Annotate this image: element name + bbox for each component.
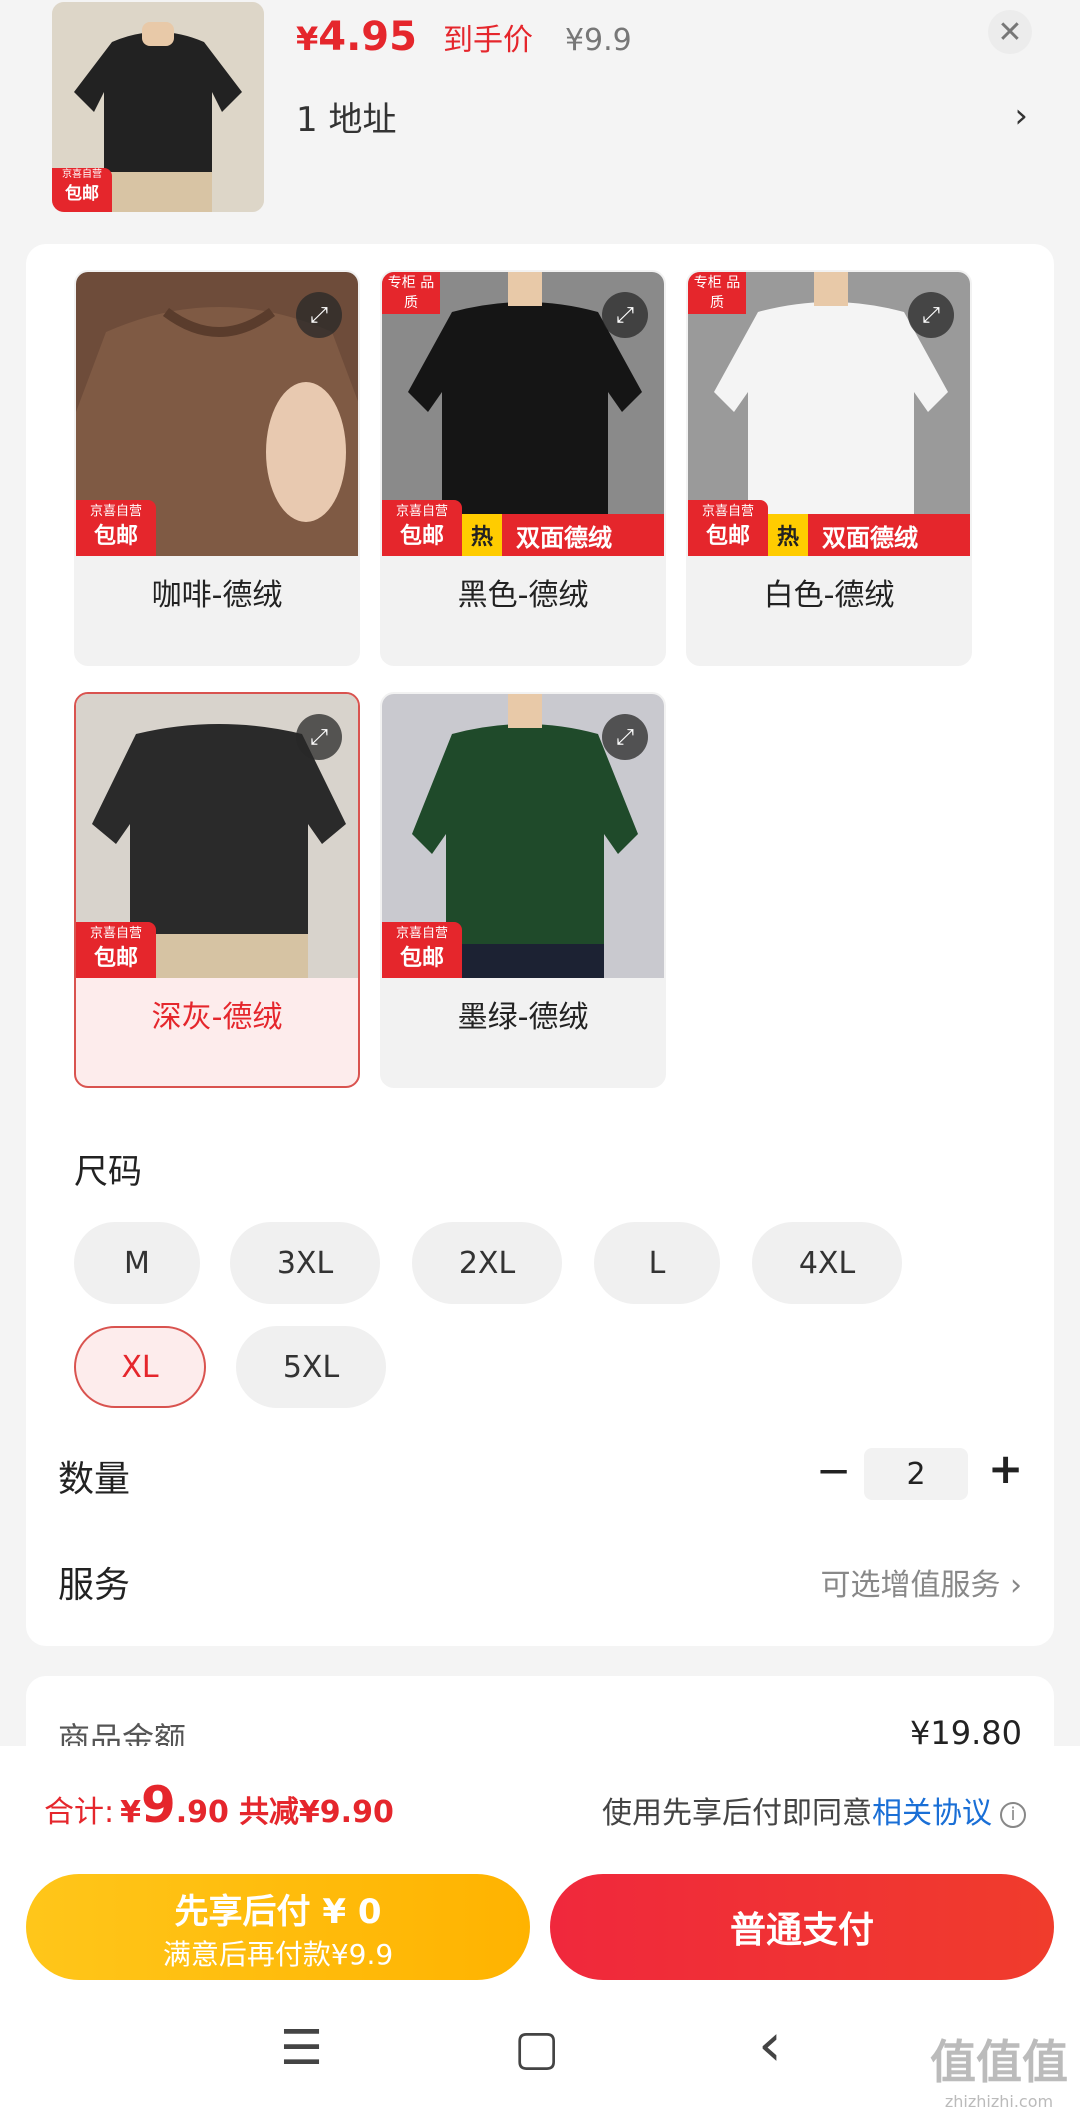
- price-currency: ¥: [296, 20, 319, 58]
- size-section-title: 尺码: [74, 1152, 142, 1192]
- size-option-l[interactable]: L: [594, 1222, 720, 1304]
- jd-badge-bottom: 包邮: [93, 524, 138, 549]
- quantity-title: 数量: [58, 1459, 131, 1500]
- watermark-main: 值值值: [930, 2035, 1068, 2089]
- jd-badge: 京喜自营 包邮: [688, 500, 768, 556]
- corner-badge: 专柜 品质: [688, 272, 746, 314]
- jd-badge: 京喜自营 包邮: [52, 168, 112, 212]
- expand-icon[interactable]: ⤢: [296, 292, 342, 338]
- jd-badge-top: 京喜自营: [395, 926, 448, 941]
- expand-icon[interactable]: ⤢: [602, 292, 648, 338]
- variant-dark-green[interactable]: ⤢ 京喜自营 包邮 墨绿-德绒: [380, 692, 666, 1088]
- menu-icon[interactable]: ☰: [280, 2020, 323, 2076]
- jd-badge: 京喜自营 包邮: [382, 500, 462, 556]
- size-option-3xl[interactable]: 3XL: [230, 1222, 380, 1304]
- price-tag-label: 到手价: [442, 23, 533, 58]
- service-option-link[interactable]: 可选增值服务 ›: [820, 1560, 1022, 1604]
- variant-white[interactable]: 专柜 品质 ⤢ 热 双面德绒 京喜自营 包邮 白色-德绒: [686, 270, 972, 666]
- jd-badge-bottom: 包邮: [65, 184, 99, 204]
- quantity-increment-button[interactable]: +: [988, 1444, 1023, 1493]
- promo-text: 双面德绒: [516, 523, 612, 552]
- price-row: ¥4.95 到手价 ¥9.9: [296, 14, 632, 60]
- variant-dark-gray[interactable]: ⤢ 京喜自营 包邮 深灰-德绒: [74, 692, 360, 1088]
- back-icon[interactable]: ‹: [758, 2010, 782, 2080]
- info-icon[interactable]: i: [1000, 1801, 1026, 1828]
- chevron-right-icon[interactable]: ›: [1014, 96, 1028, 136]
- jd-badge-top: 京喜自营: [89, 504, 142, 519]
- corner-badge: 专柜 品质: [382, 272, 440, 314]
- jd-badge-top: 京喜自营: [701, 504, 754, 519]
- discount-price: 4.95: [318, 14, 417, 60]
- promo-strip: 热 双面德绒: [768, 514, 970, 556]
- jd-badge: 京喜自营 包邮: [382, 922, 462, 978]
- agreement-link[interactable]: 相关协议: [872, 1796, 992, 1831]
- normal-pay-button[interactable]: 普通支付: [550, 1874, 1054, 1980]
- promo-text: 双面德绒: [822, 523, 918, 552]
- total-price: 合计: ¥ 9 .90 共减¥9.90: [44, 1776, 394, 1834]
- total-saved: 共减¥9.90: [238, 1795, 394, 1830]
- variant-label: 墨绿-德绒: [457, 1000, 589, 1035]
- jd-badge-top: 京喜自营: [89, 926, 142, 941]
- size-option-5xl[interactable]: 5XL: [236, 1326, 386, 1408]
- watermark-sub: zhizhizhi.com: [944, 2092, 1054, 2111]
- jd-badge: 京喜自营 包邮: [76, 922, 156, 978]
- service-title: 服务: [58, 1565, 131, 1606]
- expand-icon[interactable]: ⤢: [908, 292, 954, 338]
- size-option-m[interactable]: M: [74, 1222, 200, 1304]
- variant-label: 黑色-德绒: [457, 578, 589, 613]
- jd-badge-top: 京喜自营: [395, 504, 448, 519]
- variant-label: 白色-德绒: [763, 578, 895, 613]
- hot-tag: 热: [768, 514, 808, 556]
- quantity-decrement-button[interactable]: −: [816, 1446, 851, 1495]
- agreement-prefix: 使用先享后付即同意: [602, 1796, 872, 1831]
- checkout-bar: 合计: ¥ 9 .90 共减¥9.90 使用先享后付即同意相关协议 i 先享后付 …: [0, 1746, 1080, 2114]
- expand-icon[interactable]: ⤢: [602, 714, 648, 760]
- jd-badge-bottom: 包邮: [399, 524, 444, 549]
- system-nav-bar: ☰ ▢ ‹: [0, 2006, 1080, 2106]
- total-currency: ¥: [120, 1795, 141, 1830]
- pay-later-button[interactable]: 先享后付 ¥ 0 满意后再付款¥9.9: [26, 1874, 530, 1980]
- total-decimal: .90: [175, 1795, 229, 1830]
- watermark-logo: 值值值 zhizhizhi.com: [930, 2026, 1068, 2111]
- total-label: 合计:: [44, 1795, 115, 1830]
- variant-black[interactable]: 专柜 品质 ⤢ 热 双面德绒 京喜自营 包邮 黑色-德绒: [380, 270, 666, 666]
- size-option-2xl[interactable]: 2XL: [412, 1222, 562, 1304]
- options-card: ⤢ 京喜自营 包邮 咖啡-德绒 专柜 品质 ⤢ 热 双面德绒 京喜自营 包邮 黑…: [26, 244, 1054, 1646]
- jd-badge-bottom: 包邮: [399, 946, 444, 971]
- hot-tag: 热: [462, 514, 502, 556]
- jd-badge-top: 京喜自营: [62, 169, 102, 180]
- jd-badge: 京喜自营 包邮: [76, 500, 156, 556]
- total-integer: 9: [140, 1776, 176, 1834]
- jd-badge-bottom: 包邮: [705, 524, 750, 549]
- close-button[interactable]: ✕: [988, 10, 1032, 54]
- jd-badge-bottom: 包邮: [93, 946, 138, 971]
- home-icon[interactable]: ▢: [514, 2020, 559, 2076]
- product-header: 京喜自营 包邮 ¥4.95 到手价 ¥9.9 1 地址 › ✕: [0, 0, 1080, 240]
- expand-icon[interactable]: ⤢: [296, 714, 342, 760]
- promo-strip: 热 双面德绒: [462, 514, 664, 556]
- variant-coffee[interactable]: ⤢ 京喜自营 包邮 咖啡-德绒: [74, 270, 360, 666]
- size-option-xl[interactable]: XL: [74, 1326, 206, 1408]
- size-option-4xl[interactable]: 4XL: [752, 1222, 902, 1304]
- product-thumbnail[interactable]: 京喜自营 包邮: [52, 2, 264, 212]
- pay-later-subtitle: 满意后再付款¥9.9: [162, 1938, 394, 1971]
- address-row[interactable]: 1 地址: [296, 92, 396, 141]
- agreement-text: 使用先享后付即同意相关协议 i: [602, 1788, 1026, 1832]
- pay-later-title: 先享后付 ¥ 0: [174, 1892, 382, 1932]
- variant-label: 咖啡-德绒: [151, 578, 283, 613]
- quantity-input[interactable]: 2: [864, 1448, 968, 1500]
- variant-label: 深灰-德绒: [151, 1000, 283, 1035]
- original-price: ¥9.9: [564, 23, 632, 58]
